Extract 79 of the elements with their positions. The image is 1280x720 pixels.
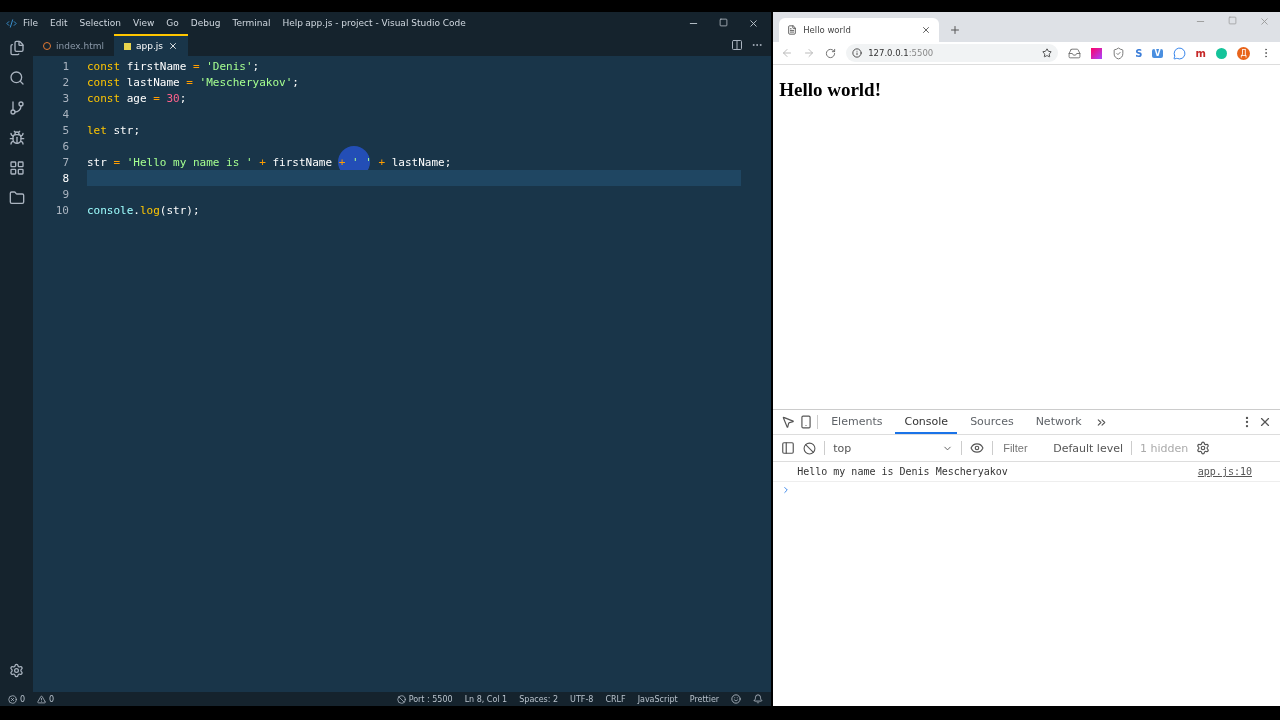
- reload-icon[interactable]: [825, 47, 837, 59]
- maximize-icon[interactable]: [719, 17, 729, 27]
- editor-tab[interactable]: index.html: [33, 34, 114, 56]
- devtools-tab[interactable]: Network: [1026, 410, 1091, 434]
- line-number: 1: [61, 59, 70, 73]
- line-number: 8: [61, 171, 70, 185]
- vscode-logo-icon: [6, 17, 17, 29]
- source-link[interactable]: app.js:10: [1197, 466, 1252, 477]
- chat-icon[interactable]: [1172, 46, 1186, 60]
- line-number: 6: [61, 139, 70, 153]
- editor-tab[interactable]: app.js: [114, 34, 188, 56]
- line-number: 5: [61, 123, 70, 137]
- line-number: 9: [61, 187, 70, 201]
- pocket-icon[interactable]: [1068, 46, 1082, 60]
- line-number: 4: [61, 107, 70, 121]
- menu-item[interactable]: Go: [160, 18, 185, 28]
- warnings-count[interactable]: 0: [37, 694, 55, 704]
- code-line: const lastName = 'Mescheryakov';: [87, 75, 299, 89]
- extensions-icon[interactable]: [8, 160, 25, 176]
- hidden-count: 1 hidden: [1140, 441, 1189, 455]
- page-heading: Hello world!: [779, 79, 883, 101]
- menu-item[interactable]: File: [17, 18, 45, 28]
- line-number: 2: [61, 75, 70, 89]
- status-item[interactable]: JavaScript: [637, 694, 678, 704]
- status-item[interactable]: Spaces: 2: [519, 694, 559, 704]
- menu-item[interactable]: Edit: [44, 18, 74, 28]
- menu-item[interactable]: Terminal: [226, 18, 277, 28]
- search-icon[interactable]: [8, 70, 25, 86]
- menu-item[interactable]: View: [127, 18, 161, 28]
- port-status[interactable]: Port : 5500: [396, 694, 453, 704]
- menu-item[interactable]: Debug: [184, 18, 227, 28]
- settings-icon[interactable]: [1196, 441, 1211, 455]
- code-line: const firstName = 'Denis';: [87, 59, 260, 73]
- status-item[interactable]: UTF-8: [570, 694, 594, 704]
- shield-icon[interactable]: [1112, 46, 1126, 60]
- devtools-tab[interactable]: Console: [895, 410, 958, 434]
- gradient-square-icon[interactable]: [1091, 47, 1103, 59]
- context-select[interactable]: top: [833, 441, 954, 455]
- source-control-icon[interactable]: [8, 100, 25, 116]
- split-editor-icon[interactable]: [731, 39, 744, 51]
- clear-icon[interactable]: [803, 441, 817, 455]
- line-number: 7: [61, 155, 70, 169]
- line-number: 10: [54, 203, 70, 217]
- blocked-icon: [396, 694, 406, 704]
- settings-icon[interactable]: [9, 663, 24, 678]
- sidebar-icon[interactable]: [781, 441, 796, 455]
- browser-tab[interactable]: Hello world: [779, 18, 940, 42]
- window-title: app.js - project - Visual Studio Code: [305, 18, 466, 28]
- device-icon[interactable]: [799, 415, 814, 429]
- new-tab-icon[interactable]: [949, 24, 962, 36]
- status-item[interactable]: Ln 8, Col 1: [464, 694, 508, 704]
- bell-icon[interactable]: [753, 694, 764, 704]
- close-icon[interactable]: [1258, 415, 1272, 429]
- menu-item[interactable]: Selection: [73, 18, 127, 28]
- js-file-icon: [124, 42, 131, 50]
- extension-icon[interactable]: S: [1135, 47, 1143, 59]
- extension-icon[interactable]: m: [1195, 47, 1206, 59]
- close-icon[interactable]: [748, 17, 760, 29]
- inspect-icon[interactable]: [781, 415, 796, 429]
- code-line: str = 'Hello my name is ' + firstName + ' ' + lastName;: [87, 155, 452, 169]
- address-bar[interactable]: 127.0.0.1:5500: [846, 44, 1059, 62]
- eye-icon[interactable]: [970, 441, 985, 455]
- devtools-tab[interactable]: Elements: [822, 410, 892, 434]
- level-select[interactable]: Default level: [1053, 441, 1124, 455]
- close-tab-icon[interactable]: [921, 25, 932, 35]
- close-tab-icon[interactable]: [168, 41, 178, 51]
- code-line: const age = 30;: [87, 91, 187, 105]
- page-icon: [787, 25, 798, 35]
- code-line: let str;: [87, 123, 140, 137]
- code-line: console.log(str);: [87, 203, 200, 217]
- status-item[interactable]: CRLF: [605, 694, 626, 704]
- smile-icon[interactable]: [731, 694, 742, 704]
- files-icon[interactable]: [8, 40, 25, 56]
- status-item[interactable]: Prettier: [689, 694, 720, 704]
- console-message: Hello my name is Denis Mescheryakov: [797, 466, 1008, 477]
- bug-icon[interactable]: [8, 130, 25, 146]
- line-number: 3: [61, 91, 70, 105]
- folder-icon[interactable]: [8, 190, 25, 206]
- devtools-tab[interactable]: Sources: [961, 410, 1023, 434]
